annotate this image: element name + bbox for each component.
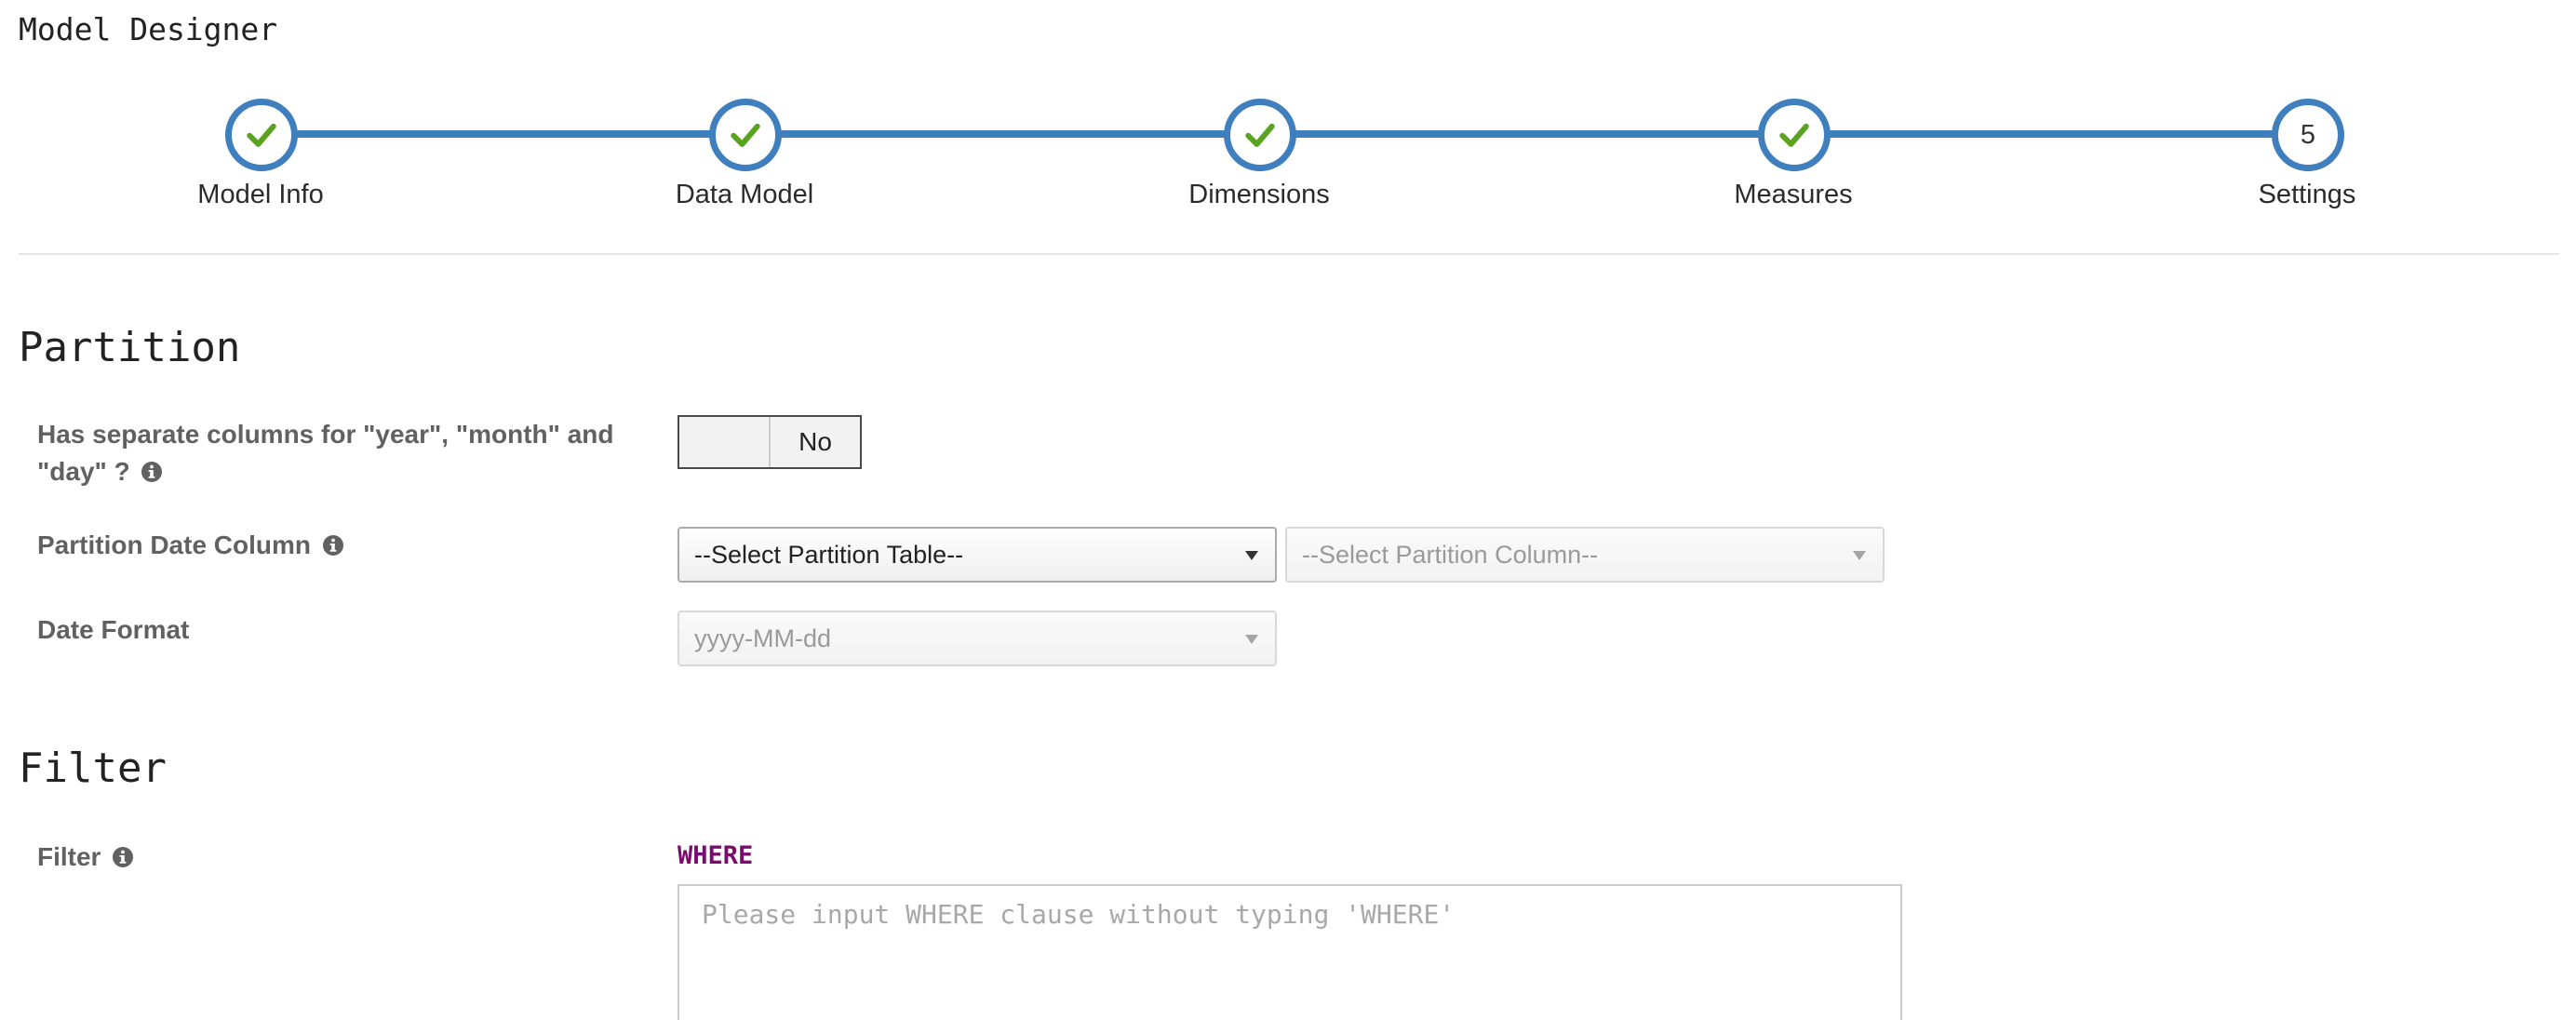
chevron-down-icon xyxy=(1245,635,1258,644)
info-icon[interactable] xyxy=(322,534,344,557)
step-label: Model Info xyxy=(197,180,324,209)
partition-section-title: Partition xyxy=(19,324,241,371)
step-circle[interactable] xyxy=(225,99,298,171)
wizard-progress: Model Info Data Model Dimensions Measure… xyxy=(0,93,2576,223)
step-label: Settings xyxy=(2258,180,2356,209)
filter-label-text: Filter xyxy=(37,842,101,871)
check-icon xyxy=(1245,123,1275,147)
toggle-handle[interactable] xyxy=(679,417,771,467)
step-label: Data Model xyxy=(675,180,814,209)
separate-columns-label-text: Has separate columns for "year", "month"… xyxy=(37,420,614,486)
step-circle[interactable]: 5 xyxy=(2272,99,2344,171)
step-circle[interactable] xyxy=(709,99,782,171)
check-icon xyxy=(1779,123,1809,147)
divider xyxy=(19,253,2559,255)
where-keyword: WHERE xyxy=(678,841,754,870)
date-format-select-value: yyyy-MM-dd xyxy=(694,624,831,652)
step-label: Dimensions xyxy=(1188,180,1330,209)
check-icon xyxy=(731,123,760,147)
separate-columns-toggle[interactable]: No xyxy=(678,415,862,469)
info-icon[interactable] xyxy=(141,461,163,483)
filter-section-title: Filter xyxy=(19,745,167,792)
partition-date-column-label: Partition Date Column xyxy=(37,527,633,564)
chevron-down-icon xyxy=(1853,551,1866,560)
chevron-down-icon xyxy=(1245,551,1258,560)
partition-column-select-value: --Select Partition Column-- xyxy=(1302,540,1599,569)
partition-table-select-value: --Select Partition Table-- xyxy=(694,540,964,569)
filter-label: Filter xyxy=(37,839,633,876)
toggle-label: No xyxy=(798,427,832,456)
date-format-select[interactable]: yyyy-MM-dd xyxy=(678,611,1277,666)
step-circle[interactable] xyxy=(1224,99,1296,171)
date-format-label: Date Format xyxy=(37,615,190,644)
partition-table-select[interactable]: --Select Partition Table-- xyxy=(678,527,1277,583)
step-number: 5 xyxy=(2300,119,2316,150)
info-icon[interactable] xyxy=(112,846,134,868)
partition-date-column-label-text: Partition Date Column xyxy=(37,530,312,559)
separate-columns-label: Has separate columns for "year", "month"… xyxy=(37,416,633,490)
page-title: Model Designer xyxy=(19,11,278,47)
step-circle[interactable] xyxy=(1758,99,1831,171)
partition-column-select[interactable]: --Select Partition Column-- xyxy=(1285,527,1885,583)
step-label: Measures xyxy=(1734,180,1853,209)
filter-where-textarea[interactable] xyxy=(678,884,1902,1020)
check-icon xyxy=(247,123,276,147)
